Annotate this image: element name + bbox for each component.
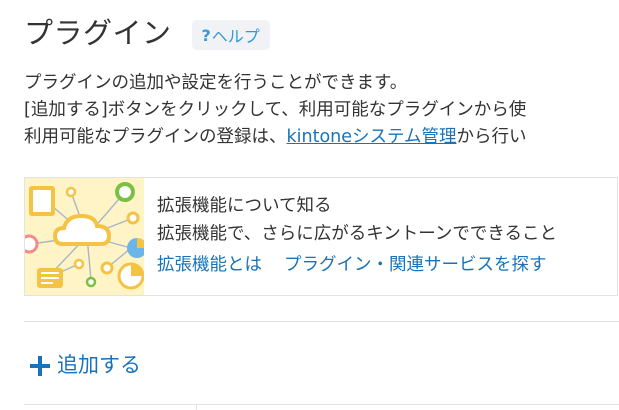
help-label: ヘルプ	[211, 27, 260, 46]
title-row: プラグイン ? ヘルプ	[24, 14, 270, 52]
system-admin-link[interactable]: kintoneシステム管理	[287, 127, 457, 147]
extensions-illustration	[25, 178, 144, 295]
description-line-3-tail: から行い	[456, 127, 527, 147]
find-plugins-link[interactable]: プラグイン・関連サービスを探す	[284, 255, 547, 275]
promo-subtitle: 拡張機能で、さらに広がるキントーンでできること	[157, 224, 558, 244]
description-line-3: 利用可能なプラグインの登録は、kintoneシステム管理から行い	[24, 124, 527, 151]
table-column-separator	[196, 405, 197, 410]
plugin-settings-page: プラグイン ? ヘルプ プラグインの追加や設定を行うことができます。 [追加する…	[0, 0, 619, 410]
page-description: プラグインの追加や設定を行うことができます。 [追加する]ボタンをクリックして、…	[24, 70, 527, 151]
promo-title: 拡張機能について知る	[157, 196, 332, 216]
section-divider	[24, 321, 619, 322]
add-plugin-button[interactable]: 追加する	[30, 349, 141, 379]
network-cloud-illustration-icon	[25, 182, 144, 290]
plugin-table-top	[24, 404, 619, 410]
help-question-icon: ?	[201, 25, 211, 45]
description-line-1: プラグインの追加や設定を行うことができます。	[24, 73, 408, 93]
help-button[interactable]: ? ヘルプ	[191, 20, 270, 50]
extensions-promo-card: 拡張機能について知る 拡張機能で、さらに広がるキントーンでできること 拡張機能と…	[24, 177, 618, 296]
about-extensions-link[interactable]: 拡張機能とは	[157, 255, 262, 275]
description-line-2: [追加する]ボタンをクリックして、利用可能なプラグインから使	[24, 100, 527, 120]
add-plugin-label: 追加する	[57, 353, 141, 377]
promo-text: 拡張機能について知る 拡張機能で、さらに広がるキントーンでできること 拡張機能と…	[157, 192, 557, 280]
description-line-3-text: 利用可能なプラグインの登録は、	[24, 127, 287, 147]
page-title: プラグイン	[24, 16, 172, 50]
plus-icon	[30, 355, 50, 376]
promo-links: 拡張機能とは プラグイン・関連サービスを探す	[157, 250, 557, 280]
